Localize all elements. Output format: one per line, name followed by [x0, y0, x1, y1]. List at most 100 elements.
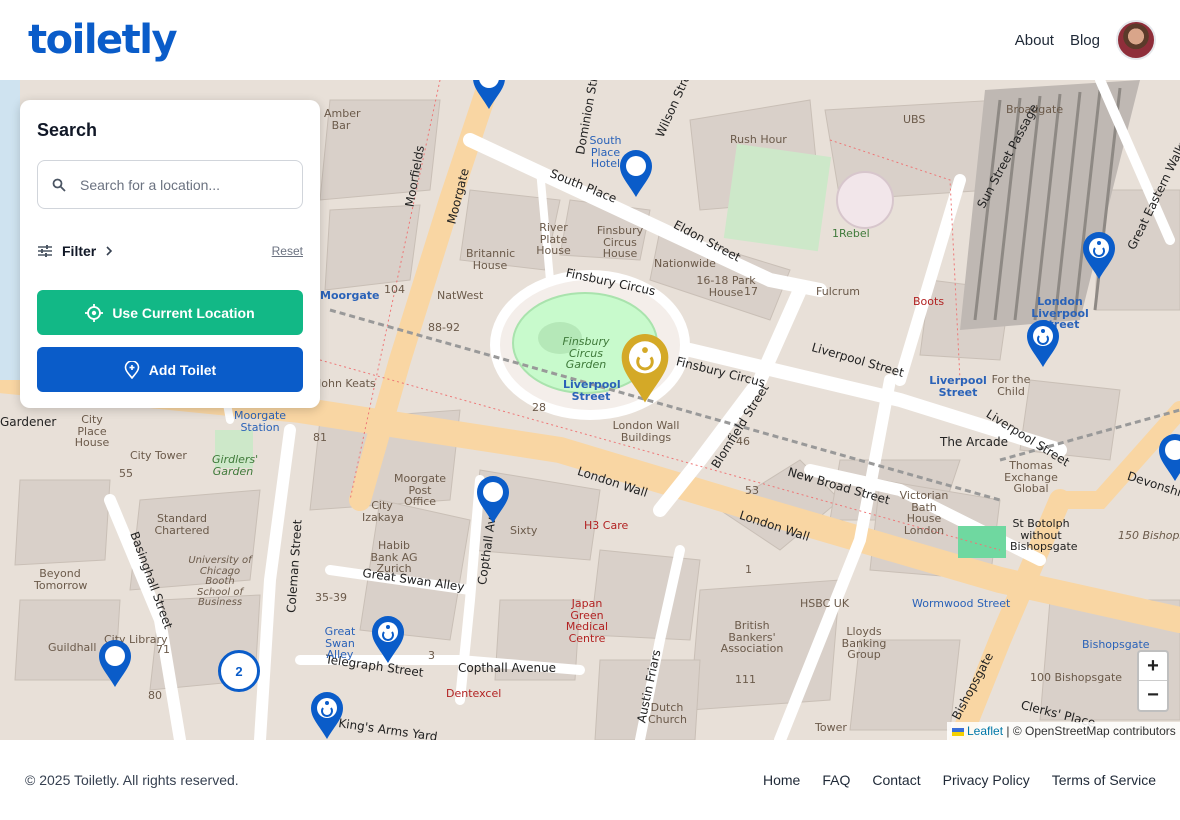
- nav-blog-link[interactable]: Blog: [1070, 32, 1100, 49]
- map-label: 46: [736, 435, 750, 448]
- map-label: Finsbury Circus House: [596, 224, 644, 261]
- leaflet-link[interactable]: Leaflet: [967, 724, 1003, 738]
- toilet-marker-icon[interactable]: [472, 80, 506, 110]
- map-label: 150 Bishopsgate: [1118, 529, 1180, 542]
- toiletly-logo[interactable]: toiletly: [28, 17, 178, 63]
- map-label: Standard Chartered: [154, 512, 210, 537]
- map-label: Moorgate: [320, 289, 380, 302]
- map-label: Copthall Avenue: [458, 661, 557, 675]
- marker-cluster[interactable]: 2: [218, 650, 260, 692]
- copyright-text: © 2025 Toiletly. All rights reserved.: [25, 772, 239, 788]
- user-avatar[interactable]: [1116, 20, 1156, 60]
- map-label: Bishopsgate: [1082, 638, 1150, 651]
- map-label: Sixty: [510, 524, 538, 537]
- map-label: 28: [532, 401, 546, 414]
- map-label: 88-92: [428, 321, 460, 334]
- map-label: 81: [313, 431, 327, 444]
- map-label: City Tower: [130, 449, 187, 462]
- map-label: Amber Bar: [324, 107, 361, 132]
- map-label: Victorian Bath House London: [899, 489, 949, 537]
- map-label: 71: [156, 643, 170, 656]
- app-footer: © 2025 Toiletly. All rights reserved. Ho…: [0, 740, 1180, 820]
- selected-toilet-marker-icon[interactable]: [620, 334, 670, 404]
- map-label: 1Rebel: [832, 227, 870, 240]
- chevron-right-icon: [106, 246, 113, 256]
- map-label: 80: [148, 689, 162, 702]
- toilet-marker-icon[interactable]: [98, 640, 132, 688]
- toilet-marker-icon[interactable]: [1082, 232, 1116, 280]
- filter-label: Filter: [62, 243, 97, 259]
- footer-faq-link[interactable]: FAQ: [822, 772, 850, 788]
- map-label: University of Chicago Booth School of Bu…: [188, 555, 252, 608]
- map-label: 55: [119, 467, 133, 480]
- map-label: 53: [745, 484, 759, 497]
- map-label: London Wall Buildings: [612, 419, 680, 444]
- map-label: 3: [428, 649, 435, 662]
- map-label: River Plate House: [536, 221, 571, 258]
- map-label: City Place House: [74, 413, 110, 450]
- map-label: Beyond Tomorrow: [34, 567, 88, 592]
- footer-home-link[interactable]: Home: [763, 772, 800, 788]
- map-label: Finsbury Circus Garden: [562, 335, 610, 372]
- zoom-in-button[interactable]: +: [1139, 652, 1167, 681]
- map-label: 111: [735, 673, 756, 686]
- map-label: For the Child: [991, 373, 1031, 398]
- map-label: City Izakaya: [362, 499, 404, 524]
- filter-sliders-icon: [38, 245, 52, 257]
- map-label: 17: [744, 285, 758, 298]
- map-label: 35-39: [315, 591, 347, 604]
- search-panel: Search Filter Reset Use Current Location…: [20, 100, 320, 408]
- zoom-out-button[interactable]: −: [1139, 681, 1167, 710]
- map-label: Liverpool Street: [563, 378, 621, 403]
- map-label: John Keats: [318, 377, 376, 390]
- filter-row: Filter Reset: [37, 242, 303, 260]
- add-toilet-label: Add Toilet: [148, 361, 217, 378]
- search-panel-title: Search: [37, 120, 98, 140]
- map-label: 100 Bishopsgate: [1030, 671, 1123, 684]
- map-label: Britannic House: [466, 247, 516, 272]
- map-label: Wormwood Street: [912, 597, 1011, 610]
- toilet-marker-icon[interactable]: [1158, 434, 1180, 482]
- footer-contact-link[interactable]: Contact: [872, 772, 920, 788]
- app-header: toiletly About Blog: [0, 0, 1180, 80]
- toilet-marker-icon[interactable]: [371, 616, 405, 664]
- map-label: UBS: [903, 113, 926, 126]
- osm-attribution[interactable]: | © OpenStreetMap contributors: [1006, 724, 1175, 738]
- crosshair-icon: [85, 303, 104, 322]
- filter-toggle[interactable]: Filter: [37, 243, 113, 259]
- use-current-location-button[interactable]: Use Current Location: [37, 290, 303, 335]
- map-label: St Botolph without Bishopsgate: [1010, 517, 1078, 554]
- use-current-location-label: Use Current Location: [112, 304, 255, 321]
- map-label: Boots: [913, 295, 945, 308]
- footer-privacy-link[interactable]: Privacy Policy: [943, 772, 1030, 788]
- search-icon: [52, 178, 66, 192]
- map-label: Dutch Church: [648, 701, 687, 726]
- search-input[interactable]: [80, 176, 280, 193]
- plus-location-icon: [124, 360, 140, 379]
- toilet-marker-icon[interactable]: [476, 476, 510, 524]
- map-label: Fulcrum: [816, 285, 861, 298]
- footer-terms-link[interactable]: Terms of Service: [1052, 772, 1156, 788]
- map-label: Moorgate Station: [233, 409, 287, 434]
- search-box[interactable]: [37, 160, 303, 209]
- map-label: British Bankers' Association: [720, 619, 784, 656]
- map-label: The Arcade: [940, 435, 1008, 449]
- zoom-control: + −: [1137, 650, 1169, 712]
- toilet-marker-icon[interactable]: [1026, 320, 1060, 368]
- map-label: Tower: [815, 721, 847, 734]
- reset-link[interactable]: Reset: [272, 244, 303, 258]
- map-label: Gardener: [0, 415, 57, 429]
- nav-about-link[interactable]: About: [1015, 32, 1054, 49]
- map-label: Japan Green Medical Centre: [565, 597, 609, 645]
- map-label: Liverpool Street: [929, 374, 987, 399]
- add-toilet-button[interactable]: Add Toilet: [37, 347, 303, 392]
- map-label: H3 Care: [584, 519, 629, 532]
- map-label: Rush Hour: [730, 133, 787, 146]
- map-label: Girdlers' Garden: [212, 453, 259, 478]
- toilet-marker-icon[interactable]: [619, 150, 653, 198]
- toilet-marker-icon[interactable]: [310, 692, 344, 740]
- map-label: Thomas Exchange Global: [1004, 459, 1058, 496]
- ukraine-flag-icon: [952, 727, 964, 736]
- map-label: HSBC UK: [800, 597, 850, 610]
- map-label: NatWest: [437, 289, 484, 302]
